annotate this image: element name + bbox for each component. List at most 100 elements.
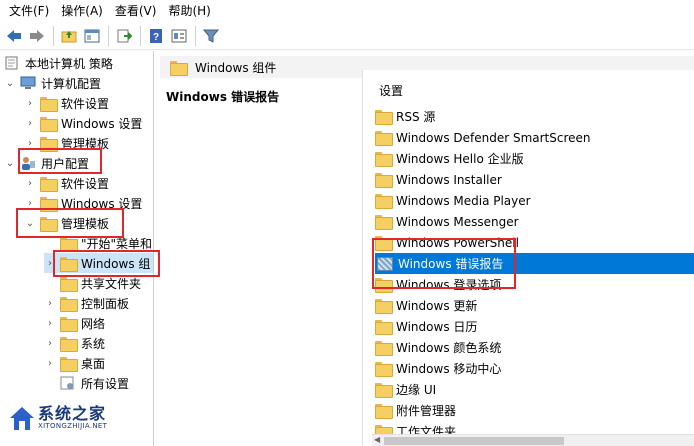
menu-action[interactable]: 操作(A) [56, 0, 110, 22]
tree-start-menu[interactable]: "开始"菜单和 [44, 233, 152, 253]
back-button[interactable] [3, 25, 25, 47]
folder-icon [60, 256, 78, 272]
house-logo-icon [10, 407, 34, 430]
toolbar-separator [108, 25, 109, 46]
chevron-right-icon[interactable]: › [44, 297, 56, 309]
list-item-label: Windows Installer [396, 172, 502, 187]
folder-icon [375, 362, 393, 377]
list-item-selected[interactable]: Windows 错误报告 [375, 253, 694, 274]
tree-shared-folders[interactable]: 共享文件夹 [44, 273, 141, 293]
menu-file[interactable]: 文件(F) [4, 0, 56, 22]
tree-label: 网络 [81, 316, 106, 331]
tree-cc-admin[interactable]: › 管理模板 [24, 133, 109, 153]
folder-icon [60, 296, 78, 312]
list-item-label: 边缘 UI [396, 383, 437, 397]
tree-label: Windows 组 [81, 256, 151, 271]
chevron-right-icon[interactable] [44, 277, 56, 289]
chevron-right-icon[interactable]: › [24, 97, 36, 109]
help-button[interactable]: ? [145, 25, 167, 47]
tree-computer-config[interactable]: ⌄ 计算机配置 [4, 73, 101, 93]
tree-label: 软件设置 [61, 96, 110, 111]
folder-icon [375, 152, 393, 167]
folder-icon [60, 276, 78, 292]
folder-icon [60, 236, 78, 252]
list-item[interactable]: Windows 日历 [373, 316, 694, 337]
folder-icon [60, 356, 78, 372]
chevron-right-icon[interactable]: › [44, 257, 56, 269]
chevron-right-icon[interactable]: › [24, 197, 36, 209]
watermark-subtitle: XITONGZHIJIA.NET [38, 422, 108, 430]
folder-icon [375, 383, 393, 398]
scrollbar-thumb[interactable] [384, 437, 564, 445]
list-item[interactable]: 边缘 UI [373, 379, 694, 400]
chevron-down-icon[interactable]: ⌄ [4, 157, 16, 169]
chevron-right-icon[interactable]: › [24, 137, 36, 149]
tree-desktop[interactable]: › 桌面 [44, 353, 105, 373]
list-item[interactable]: Windows Messenger [373, 211, 694, 232]
chevron-right-icon[interactable]: › [24, 117, 36, 129]
tree-uc-admin[interactable]: ⌄ 管理模板 [24, 213, 109, 233]
chevron-right-icon[interactable] [44, 377, 56, 389]
list-item[interactable]: 附件管理器 [373, 400, 694, 421]
tree-system[interactable]: › 系统 [44, 333, 105, 353]
tree-cc-software[interactable]: › 软件设置 [24, 93, 109, 113]
filter-icon [203, 29, 219, 43]
list-item[interactable]: RSS 源 [373, 106, 694, 127]
menu-view[interactable]: 查看(V) [110, 0, 164, 22]
tree-uc-software[interactable]: › 软件设置 [24, 173, 109, 193]
horizontal-scrollbar[interactable]: ◀ [372, 434, 694, 446]
tree-user-config[interactable]: ⌄ 用户配置 [4, 153, 89, 173]
tree-label: 桌面 [81, 356, 106, 371]
list-item[interactable]: Windows 移动中心 [373, 358, 694, 379]
chevron-right-icon[interactable]: › [44, 317, 56, 329]
folder-icon [375, 215, 393, 230]
chevron-down-icon[interactable]: ⌄ [24, 217, 36, 229]
tree-label: 计算机配置 [41, 76, 102, 91]
tree-windows-components[interactable]: › Windows 组 [44, 253, 153, 273]
description-title: Windows 错误报告 [166, 90, 280, 104]
menu-help[interactable]: 帮助(H) [163, 0, 217, 22]
list-item[interactable]: Windows Defender SmartScreen [373, 127, 694, 148]
chevron-right-icon[interactable] [44, 237, 56, 249]
tree-all-settings[interactable]: 所有设置 [44, 373, 129, 393]
list-item[interactable]: Windows Media Player [373, 190, 694, 211]
list-item-label: RSS 源 [396, 110, 436, 124]
tree-control-panel[interactable]: › 控制面板 [44, 293, 129, 313]
list-item-label: Windows Defender SmartScreen [396, 130, 591, 145]
tree-cc-windows[interactable]: › Windows 设置 [24, 113, 142, 133]
chevron-right-icon[interactable]: › [44, 337, 56, 349]
tree-label: 软件设置 [61, 176, 110, 191]
list-item-label: Windows Media Player [396, 193, 531, 208]
export-list-icon [117, 29, 132, 42]
chevron-right-icon[interactable]: › [44, 357, 56, 369]
list-item[interactable]: Windows 更新 [373, 295, 694, 316]
back-arrow-icon [7, 29, 21, 42]
tree-label: 控制面板 [81, 296, 130, 311]
forward-button[interactable] [26, 25, 48, 47]
list-item-label: Windows PowerShell [396, 235, 519, 250]
computer-icon [20, 76, 36, 89]
tree-uc-windows[interactable]: › Windows 设置 [24, 193, 142, 213]
list-item[interactable]: Windows 登录选项 [373, 274, 694, 295]
list-item[interactable]: Windows Hello 企业版 [373, 148, 694, 169]
column-header-setting[interactable]: 设置 [379, 82, 403, 99]
console-tree: 本地计算机 策略 ⌄ 计算机配置 › 软件设置 › Windows 设置 › 管… [0, 51, 154, 446]
list-item-label: Windows 颜色系统 [396, 341, 502, 355]
up-folder-button[interactable] [58, 25, 80, 47]
tree-root[interactable]: 本地计算机 策略 [4, 53, 113, 73]
list-item[interactable]: Windows Installer [373, 169, 694, 190]
filter-button[interactable] [200, 25, 222, 47]
scroll-left-icon[interactable]: ◀ [374, 435, 380, 444]
export-list-button[interactable] [113, 25, 135, 47]
chevron-right-icon[interactable]: › [24, 177, 36, 189]
list-item[interactable]: Windows PowerShell [373, 232, 694, 253]
description-pane: Windows 错误报告 [160, 78, 362, 446]
list-item[interactable]: Windows 颜色系统 [373, 337, 694, 358]
toolbar-separator [53, 25, 54, 46]
all-settings-icon [60, 376, 74, 390]
properties-button[interactable] [168, 25, 190, 47]
show-hide-tree-button[interactable] [81, 25, 103, 47]
chevron-down-icon[interactable]: ⌄ [4, 77, 16, 89]
folder-icon [40, 96, 58, 112]
tree-network[interactable]: › 网络 [44, 313, 105, 333]
